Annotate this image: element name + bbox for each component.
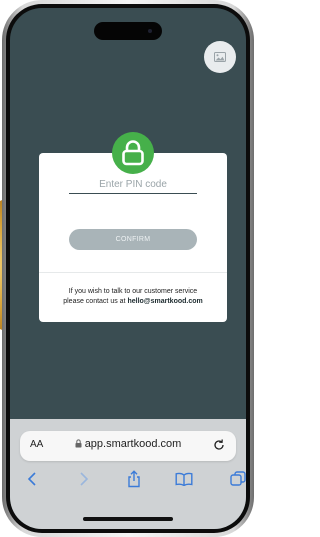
tabs-icon: [230, 471, 246, 486]
back-icon: [27, 472, 36, 486]
phone-frame: CONFIRM If you wish to talk to our custo…: [2, 0, 254, 537]
home-indicator[interactable]: [83, 517, 173, 521]
lock-badge: [112, 132, 154, 174]
contact-text: If you wish to talk to our customer serv…: [45, 287, 221, 307]
browser-bar: AA app.smartkood.com: [10, 419, 246, 529]
image-button[interactable]: [204, 41, 236, 73]
contact-line-1: If you wish to talk to our customer serv…: [68, 288, 198, 295]
pin-input[interactable]: [69, 175, 197, 194]
lock-icon: [122, 140, 144, 166]
bookmarks-icon: [175, 472, 193, 486]
contact-line-2-prefix: please contact us at: [63, 298, 128, 305]
confirm-button[interactable]: CONFIRM: [69, 229, 197, 250]
camera-dot: [148, 29, 152, 33]
reload-icon[interactable]: [212, 438, 226, 452]
share-button[interactable]: [124, 469, 144, 489]
back-button[interactable]: [22, 469, 42, 489]
dynamic-island: [94, 22, 162, 40]
browser-toolbar: [10, 469, 246, 493]
url-lock-icon: [75, 439, 82, 448]
tabs-button[interactable]: [228, 469, 246, 489]
bookmarks-button[interactable]: [174, 469, 194, 489]
screen: CONFIRM If you wish to talk to our custo…: [10, 8, 246, 529]
url-text: app.smartkood.com: [84, 438, 182, 450]
phone-bezel: CONFIRM If you wish to talk to our custo…: [6, 4, 250, 533]
contact-email-link[interactable]: hello@smartkood.com: [127, 298, 202, 305]
pin-card: CONFIRM If you wish to talk to our custo…: [39, 132, 227, 322]
image-icon: [214, 52, 226, 62]
share-icon: [128, 470, 140, 488]
forward-button[interactable]: [74, 469, 94, 489]
address-bar[interactable]: AA app.smartkood.com: [20, 431, 236, 461]
url-display[interactable]: app.smartkood.com: [20, 438, 236, 450]
forward-icon: [80, 472, 89, 486]
card-divider: [39, 272, 227, 273]
